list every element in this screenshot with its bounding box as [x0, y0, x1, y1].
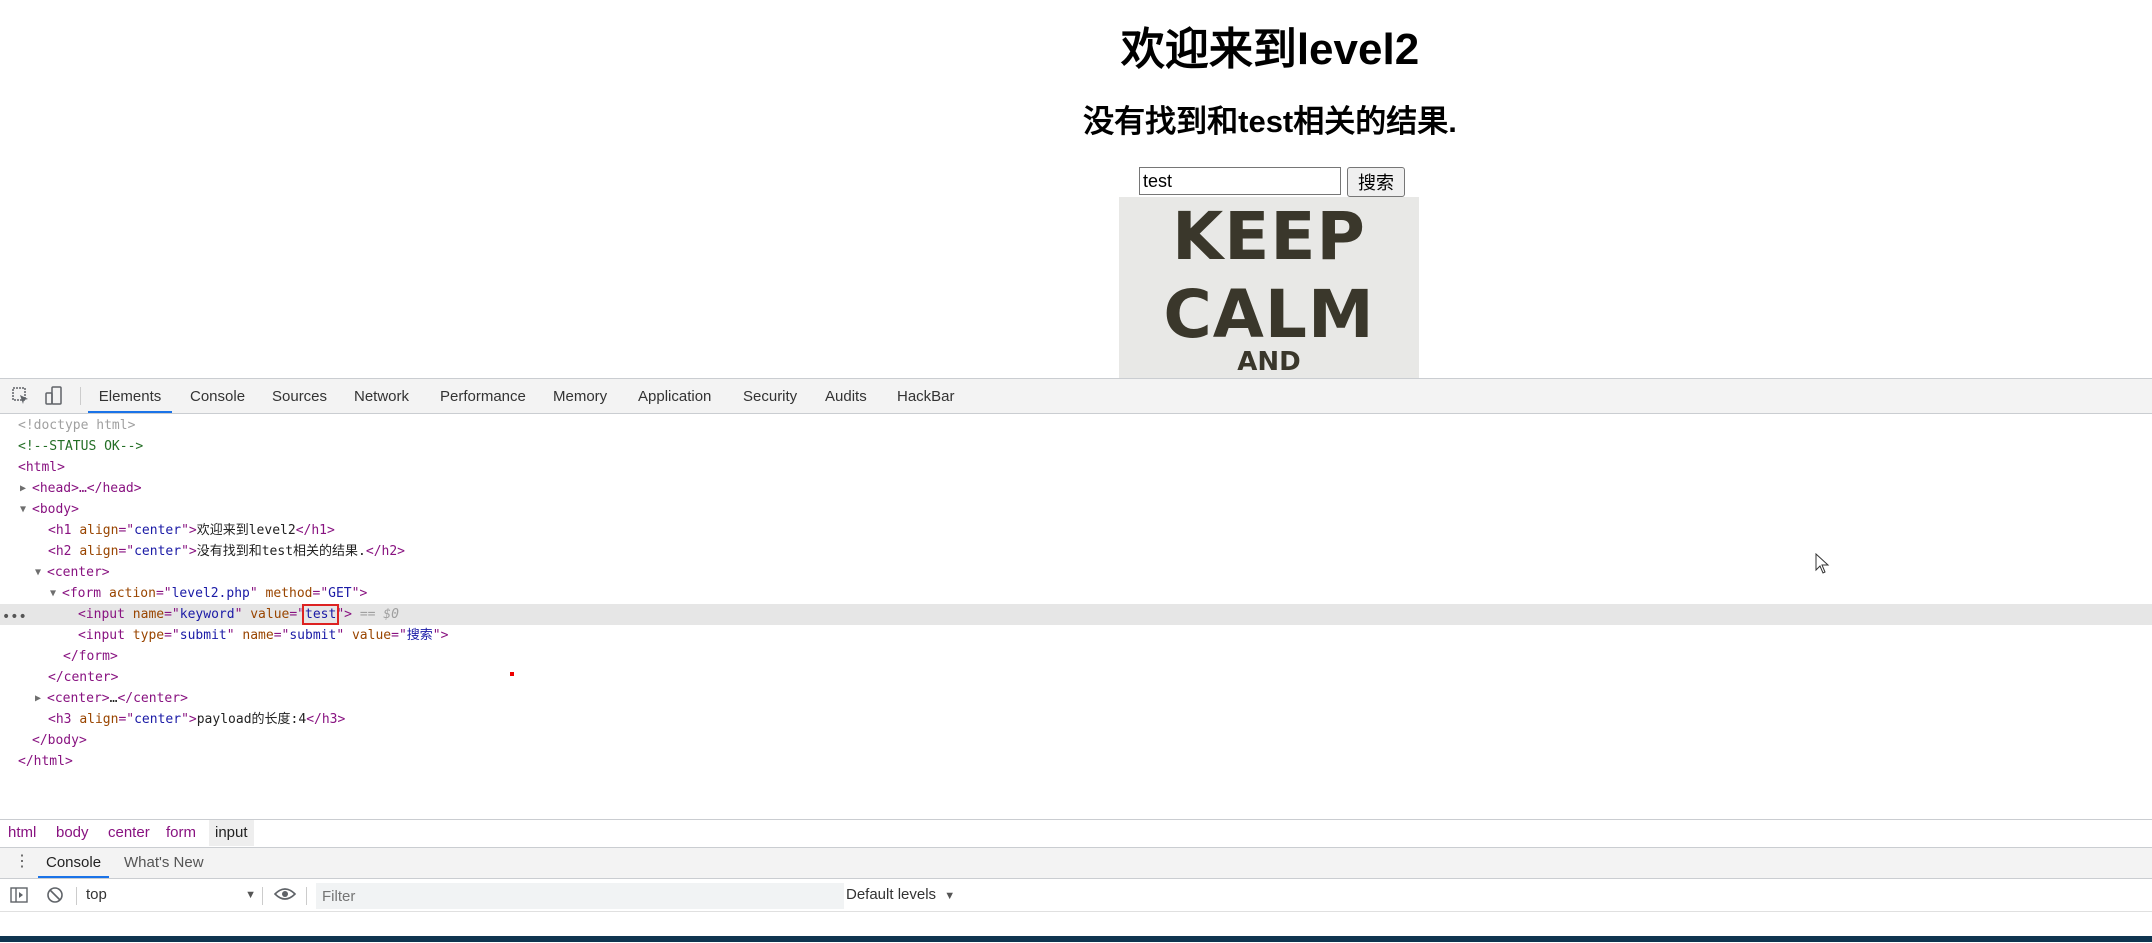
dom-node-html[interactable]: <html> [0, 457, 2152, 478]
breadcrumb-input[interactable]: input [209, 820, 254, 846]
tab-console[interactable]: Console [190, 379, 245, 413]
tab-hackbar[interactable]: HackBar [897, 379, 955, 413]
tab-security[interactable]: Security [743, 379, 797, 413]
console-filter-input[interactable] [316, 883, 844, 909]
toolbar-divider [80, 387, 81, 405]
devtools-panel: Elements Console Sources Network Perform… [0, 378, 2152, 943]
page-viewport: 欢迎来到level2 没有找到和test相关的结果. 搜索 KEEP CALM … [0, 0, 2152, 378]
tab-sources[interactable]: Sources [272, 379, 327, 413]
dom-node-doctype[interactable]: <!doctype html> [0, 415, 2152, 436]
dom-node-center-collapsed[interactable]: ▶ <center>…</center> [0, 688, 2152, 709]
selected-node-marker: == $0 [359, 607, 399, 622]
submit-type-value: submit [179, 628, 227, 643]
collapse-triangle-icon[interactable]: ▼ [50, 583, 56, 604]
context-value: top [86, 886, 107, 903]
red-marker [510, 672, 514, 676]
dom-node-form-close[interactable]: </form> [0, 646, 2152, 667]
levels-label: Default levels [846, 886, 937, 903]
toolbar-divider [76, 887, 77, 905]
page-heading: 欢迎来到level2 [1120, 25, 1420, 74]
h3-text: payload的长度:4 [196, 712, 307, 727]
poster-line: KEEP [1172, 198, 1366, 275]
doctype-text: <!doctype html> [18, 418, 136, 433]
devtools-tabbar: Elements Console Sources Network Perform… [0, 379, 2152, 414]
drawer-tab-console[interactable]: Console [38, 848, 110, 878]
drawer-tab-whats-new[interactable]: What's New [124, 848, 204, 878]
input-name-value: keyword [179, 607, 235, 622]
dom-node-input-keyword[interactable]: <input name="keyword" value="test"> == $… [0, 604, 2152, 625]
console-toolbar: top ▼ Default levels ▼ [0, 879, 2152, 912]
poster-line: AND [1237, 347, 1301, 377]
drawer-tabbar: ⋮ Console What's New [0, 847, 2152, 879]
toolbar-divider [262, 887, 263, 905]
dom-node-html-close[interactable]: </html> [0, 751, 2152, 772]
html-tag: <html> [18, 460, 65, 475]
breadcrumb-form[interactable]: form [166, 820, 196, 846]
h2-text: 没有找到和test相关的结果. [196, 544, 366, 559]
device-toolbar-icon[interactable] [43, 385, 65, 407]
result-heading: 没有找到和test相关的结果. [1083, 104, 1457, 139]
tab-elements[interactable]: Elements [88, 379, 172, 413]
toolbar-divider [306, 887, 307, 905]
dom-node-comment[interactable]: <!--STATUS OK--> [0, 436, 2152, 457]
collapse-triangle-icon[interactable]: ▼ [35, 562, 41, 583]
comment-text: <!--STATUS OK--> [18, 439, 144, 454]
eye-icon[interactable] [273, 887, 297, 906]
body-tag: <body> [32, 502, 79, 517]
form-method: GET [328, 586, 352, 601]
tab-audits[interactable]: Audits [825, 379, 867, 413]
keep-calm-image: KEEP CALM AND [1119, 197, 1419, 378]
breadcrumb-center[interactable]: center [108, 820, 150, 846]
tab-memory[interactable]: Memory [553, 379, 607, 413]
h1-text: 欢迎来到level2 [196, 523, 296, 538]
tab-performance[interactable]: Performance [440, 379, 526, 413]
dom-node-input-submit[interactable]: <input type="submit" name="submit" value… [0, 625, 2152, 646]
dom-node-body[interactable]: ▼ <body> [0, 499, 2152, 520]
dropdown-arrow-icon: ▼ [245, 889, 256, 901]
tab-network[interactable]: Network [354, 379, 409, 413]
expand-triangle-icon[interactable]: ▶ [35, 688, 41, 709]
dom-node-h3[interactable]: <h3 align="center">payload的长度:4</h3> [0, 709, 2152, 730]
collapse-triangle-icon[interactable]: ▼ [20, 499, 26, 520]
dropdown-arrow-icon: ▼ [944, 890, 956, 902]
breadcrumb-body[interactable]: body [56, 820, 89, 846]
submit-value-value: 搜索 [406, 628, 433, 643]
breadcrumb: html body center form input [0, 819, 2152, 846]
form-action: level2.php [171, 586, 250, 601]
dom-node-head[interactable]: ▶ <head>…</head> [0, 478, 2152, 499]
keyword-input[interactable] [1139, 167, 1341, 195]
breadcrumb-html[interactable]: html [8, 820, 36, 846]
dom-node-body-close[interactable]: </body> [0, 730, 2152, 751]
poster-line: CALM [1163, 276, 1375, 353]
dom-node-h1[interactable]: <h1 align="center">欢迎来到level2</h1> [0, 520, 2152, 541]
expand-triangle-icon[interactable]: ▶ [20, 478, 26, 499]
dom-tree: <!doctype html> <!--STATUS OK--> <html> … [0, 415, 2152, 795]
context-select[interactable]: top ▼ [86, 883, 256, 907]
dom-node-form[interactable]: ▼ <form action="level2.php" method="GET"> [0, 583, 2152, 604]
drawer-menu-icon[interactable]: ⋮ [14, 853, 30, 871]
clear-console-icon[interactable] [46, 886, 64, 909]
show-sidebar-icon[interactable] [10, 887, 28, 908]
taskbar-strip [0, 936, 2152, 942]
search-button[interactable]: 搜索 [1347, 167, 1405, 197]
log-levels-dropdown[interactable]: Default levels ▼ [846, 883, 955, 907]
search-form: 搜索 [1139, 167, 1405, 197]
input-value-highlight: test [301, 604, 340, 625]
more-options-icon[interactable]: ••• [2, 609, 27, 625]
inspect-element-icon[interactable] [10, 385, 32, 407]
mouse-cursor-icon [1815, 553, 1830, 574]
dom-node-center-close[interactable]: </center> [0, 667, 2152, 688]
tab-application[interactable]: Application [638, 379, 711, 413]
submit-name-value: submit [289, 628, 337, 643]
